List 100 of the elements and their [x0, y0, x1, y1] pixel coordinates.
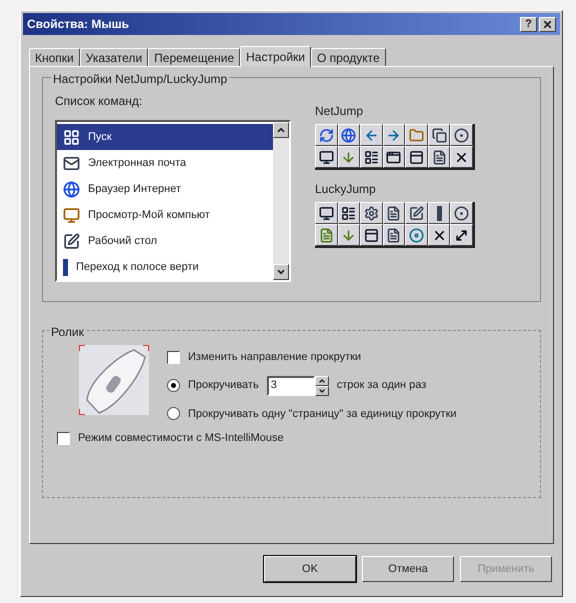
toolbar-button[interactable]	[338, 224, 360, 246]
spin-up-button[interactable]	[314, 376, 329, 386]
toolbar-button[interactable]	[315, 124, 338, 146]
toolbar-button[interactable]	[428, 202, 450, 224]
pen-window-icon	[63, 232, 80, 250]
globe-icon	[341, 128, 356, 142]
toolbar-button[interactable]	[382, 146, 406, 168]
close-icon	[542, 18, 553, 30]
panel-window-icon	[364, 228, 379, 242]
panel-window-icon	[409, 150, 424, 164]
toolbar-button[interactable]	[405, 124, 428, 146]
computer-icon	[318, 206, 334, 220]
toolbar-label: LuckyJump	[315, 181, 377, 198]
toolbar-button[interactable]	[360, 224, 383, 246]
tab[interactable]: Перемещение	[148, 48, 240, 66]
radio-label: Прокручивать одну "страницу" за единицу прокрутки	[188, 406, 457, 422]
mouse-drawing	[79, 345, 149, 415]
checkbox[interactable]	[167, 350, 180, 364]
diagonal-arrow-icon	[454, 228, 470, 242]
up-caret-icon	[276, 125, 286, 135]
toolbar-button[interactable]	[338, 124, 360, 146]
toolbar-button[interactable]	[428, 146, 450, 168]
toolbar-button[interactable]	[450, 124, 473, 146]
dialog-button[interactable]: OK	[264, 556, 356, 582]
window-title: Свойства: Мышь	[27, 16, 129, 33]
circle-icon	[454, 206, 470, 220]
toolbar-button[interactable]	[428, 224, 450, 246]
pages-icon	[432, 128, 447, 142]
list-item-label: Пуск	[88, 130, 112, 145]
tab[interactable]: О продукте	[310, 48, 386, 66]
grid-icon	[63, 128, 80, 146]
bar-icon	[63, 258, 68, 276]
list-item-label: Браузер Интернет	[88, 182, 182, 197]
list-item[interactable]: Браузер Интернет	[57, 176, 273, 202]
toolbar-button[interactable]	[315, 202, 338, 224]
list-item[interactable]: Рабочий стол	[57, 228, 273, 254]
toolbar-button[interactable]	[405, 224, 428, 246]
document-icon	[386, 228, 402, 242]
disc-icon	[409, 228, 424, 242]
toolbar-button[interactable]	[405, 146, 428, 168]
scrollbar[interactable]	[273, 122, 289, 280]
help-button[interactable]: ?	[520, 16, 537, 32]
document-icon	[318, 228, 334, 242]
bar-icon	[436, 206, 442, 220]
right-arrow-icon	[386, 128, 402, 142]
tab[interactable]: Указатели	[80, 48, 148, 66]
circle-icon	[454, 128, 470, 142]
toolbar-button[interactable]	[360, 202, 383, 224]
toolbar-button[interactable]	[428, 124, 450, 146]
spin-field[interactable]: 3	[266, 376, 315, 396]
tab[interactable]: Настройки	[240, 46, 311, 67]
mail-icon	[63, 154, 80, 172]
computer-icon	[63, 206, 80, 224]
window-icon	[386, 150, 402, 164]
toolbar-button[interactable]	[382, 224, 406, 246]
close-button[interactable]	[539, 16, 556, 32]
scroll-up-button[interactable]	[273, 122, 289, 138]
toolbar-button[interactable]	[450, 202, 473, 224]
list-item[interactable]: Электронная почта	[57, 150, 273, 176]
checkbox-label: Изменить направление прокрутки	[188, 350, 362, 365]
toolbar-button[interactable]	[360, 124, 383, 146]
down-caret-icon	[318, 386, 326, 394]
down-arrow-icon	[341, 150, 356, 164]
list-item[interactable]: Переход к полосе верти	[57, 254, 273, 280]
list-item-label: Просмотр-Мой компьют	[88, 208, 210, 223]
list-item-label: Переход к полосе верти	[76, 260, 199, 275]
radio-button[interactable]	[167, 407, 180, 420]
spin-suffix: строк за один раз	[336, 378, 426, 394]
list-item[interactable]: Просмотр-Мой компьют	[57, 202, 273, 228]
pen-window-icon	[409, 206, 424, 220]
toolbar-button[interactable]	[382, 124, 406, 146]
toolbar-button[interactable]	[315, 146, 338, 168]
toolbar-button[interactable]	[450, 224, 473, 246]
radio-label: Прокручивать	[188, 378, 259, 394]
toolbar-button[interactable]	[450, 146, 473, 168]
toolbar-button[interactable]	[315, 224, 338, 246]
toolbar-label: NetJump	[315, 103, 364, 120]
window-list-icon	[341, 206, 356, 220]
toolbar-button[interactable]	[405, 202, 428, 224]
radio-button[interactable]	[167, 379, 180, 392]
list-label: Список команд:	[55, 93, 144, 110]
toolbar-button[interactable]	[360, 146, 383, 168]
globe-icon	[63, 180, 80, 198]
checkbox-label: Режим совместимости с MS-IntelliMouse	[78, 431, 284, 446]
sync-arrows-icon	[318, 128, 334, 142]
document-icon	[386, 206, 402, 220]
list-item-label: Электронная почта	[88, 156, 186, 171]
list-item[interactable]: Пуск	[57, 124, 273, 150]
list-item-label: Рабочий стол	[88, 234, 158, 249]
toolbar-button[interactable]	[338, 146, 360, 168]
up-caret-icon	[318, 376, 326, 384]
toolbar-button[interactable]	[382, 202, 406, 224]
window-list-icon	[364, 150, 379, 164]
tab[interactable]: Кнопки	[29, 48, 80, 66]
scroll-down-button[interactable]	[273, 264, 289, 280]
folder-icon	[409, 128, 424, 142]
toolbar-button[interactable]	[338, 202, 360, 224]
checkbox[interactable]	[57, 432, 70, 445]
dialog-button[interactable]: Отмена	[362, 556, 454, 582]
computer-icon	[318, 150, 334, 164]
